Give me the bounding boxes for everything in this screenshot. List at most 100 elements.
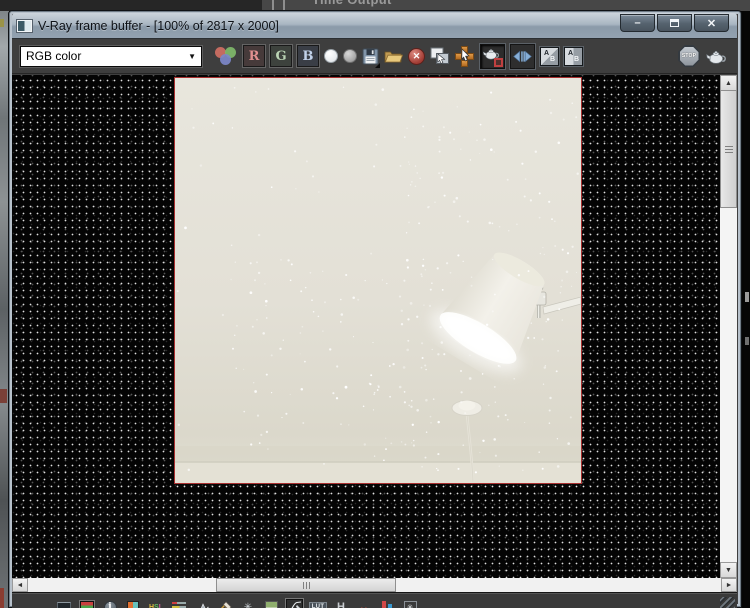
close-button[interactable]: ✕ bbox=[694, 14, 729, 32]
arrow-left-icon: ◄ bbox=[16, 581, 24, 589]
folder-open-icon bbox=[384, 51, 403, 63]
horizontal-scrollbar[interactable]: ◄ ► bbox=[12, 578, 737, 592]
title-bar[interactable]: V-Ray frame buffer - [100% of 2817 x 200… bbox=[12, 13, 737, 38]
clear-image-icon: ✕ bbox=[408, 47, 425, 65]
alpha-channel-button[interactable] bbox=[324, 44, 338, 68]
info-icon: i bbox=[103, 600, 117, 608]
pixel-info-button[interactable]: i bbox=[102, 599, 118, 608]
screenshot-root: Time Output V-Ray frame buffer - [100% o… bbox=[0, 0, 750, 608]
arrow-down-icon: ▼ bbox=[725, 566, 732, 574]
vertical-scroll-thumb[interactable] bbox=[720, 90, 737, 208]
stereo-channels-button[interactable] bbox=[379, 599, 395, 608]
hsl-button[interactable]: HSL bbox=[148, 599, 164, 608]
color-clamp-icon bbox=[127, 600, 139, 608]
channel-dropdown[interactable]: RGB color ▼ bbox=[20, 45, 202, 67]
background-image-icon bbox=[264, 601, 278, 608]
lut-icon: LUT bbox=[308, 602, 328, 608]
arrow-right-icon: ► bbox=[725, 581, 733, 589]
vray-frame-buffer-window: V-Ray frame buffer - [100% of 2817 x 200… bbox=[8, 10, 742, 608]
compare-horizontal-button[interactable] bbox=[510, 43, 535, 69]
levels-icon bbox=[172, 602, 186, 608]
histogram-h-button[interactable]: H bbox=[333, 599, 349, 608]
background-partial-label: Time Output bbox=[312, 0, 392, 7]
color-balance-button[interactable] bbox=[171, 599, 187, 608]
scroll-left-button[interactable]: ◄ bbox=[12, 578, 28, 592]
background-image-button[interactable] bbox=[263, 599, 279, 608]
white-balance-icon: ✳ bbox=[243, 601, 253, 608]
region-render-teapot-icon bbox=[482, 46, 503, 67]
rendered-image bbox=[175, 78, 581, 483]
arrow-up-icon: ▲ bbox=[725, 79, 732, 87]
render-canvas[interactable] bbox=[12, 75, 720, 578]
region-render-button[interactable] bbox=[480, 43, 505, 69]
ab-b-label: B bbox=[573, 55, 579, 63]
histogram-icon bbox=[200, 603, 209, 608]
rgb-channels-icon bbox=[214, 45, 238, 67]
stop-render-button[interactable]: STOP bbox=[678, 44, 700, 68]
background-detail bbox=[0, 19, 4, 27]
track-mouse-icon bbox=[455, 45, 475, 67]
save-image-button[interactable] bbox=[362, 44, 380, 68]
background-window-right-sliver bbox=[744, 11, 750, 608]
horizontal-scroll-thumb[interactable] bbox=[216, 578, 396, 592]
monochromatic-icon bbox=[343, 49, 357, 63]
background-detail bbox=[0, 389, 7, 403]
clear-image-button[interactable]: ✕ bbox=[408, 44, 425, 68]
maximize-icon bbox=[670, 19, 679, 27]
preview-monitor-icon bbox=[57, 601, 71, 608]
red-channel-button[interactable]: R bbox=[243, 45, 265, 67]
width-fit-button[interactable]: ↔ bbox=[356, 599, 372, 608]
window-controls: – ✕ bbox=[618, 14, 729, 32]
minimize-icon: – bbox=[634, 17, 641, 29]
background-detail bbox=[745, 337, 749, 345]
curve-editor-icon bbox=[291, 601, 301, 608]
color-corrections-toolbar: i HSL ✳ LUT H ↔ ✳ bbox=[12, 592, 737, 608]
close-icon: ✕ bbox=[706, 17, 717, 30]
window-resize-grip[interactable] bbox=[720, 597, 735, 608]
scroll-up-button[interactable]: ▲ bbox=[720, 75, 737, 91]
scroll-right-button[interactable]: ► bbox=[721, 578, 737, 592]
blue-channel-button[interactable]: B bbox=[297, 45, 319, 67]
duplicate-to-max-icon bbox=[430, 47, 449, 64]
curve-editor-button[interactable] bbox=[286, 598, 303, 608]
track-mouse-button[interactable] bbox=[455, 44, 475, 68]
levels-histogram-button[interactable] bbox=[194, 599, 210, 608]
render-last-button[interactable] bbox=[705, 44, 727, 68]
icc-star-icon: ✳ bbox=[403, 600, 417, 608]
load-image-button[interactable] bbox=[384, 44, 403, 68]
scroll-down-button[interactable]: ▼ bbox=[720, 562, 737, 578]
vfb-window-icon bbox=[17, 19, 32, 32]
ab-a-label: A bbox=[544, 49, 550, 57]
background-detail bbox=[0, 588, 4, 608]
rgb-corrections-button[interactable] bbox=[79, 599, 95, 608]
exposure-button[interactable] bbox=[217, 599, 233, 608]
vertical-scrollbar[interactable]: ▲ ▼ bbox=[720, 75, 737, 578]
ab-compare-vertical-button[interactable]: A B bbox=[564, 46, 583, 66]
background-detail bbox=[745, 292, 749, 302]
curves-pencil-icon bbox=[220, 601, 232, 608]
window-title: V-Ray frame buffer - [100% of 2817 x 200… bbox=[38, 18, 279, 33]
monochromatic-button[interactable] bbox=[343, 44, 357, 68]
save-dropdown-arrow-icon bbox=[375, 63, 380, 68]
icc-profile-button[interactable]: ✳ bbox=[402, 599, 418, 608]
lut-button[interactable]: LUT bbox=[308, 599, 328, 608]
preview-monitor-button[interactable] bbox=[56, 599, 72, 608]
green-channel-button[interactable]: G bbox=[270, 45, 292, 67]
rgb-channels-button[interactable] bbox=[214, 44, 238, 68]
alpha-channel-icon bbox=[324, 49, 338, 63]
maximize-button[interactable] bbox=[657, 14, 692, 32]
render-last-teapot-icon bbox=[706, 50, 726, 64]
ab-b-label: B bbox=[549, 55, 555, 63]
rgb-corrections-icon bbox=[80, 601, 94, 608]
histogram-h-icon: H bbox=[337, 601, 345, 608]
white-balance-button[interactable]: ✳ bbox=[240, 599, 256, 608]
width-arrows-icon: ↔ bbox=[358, 601, 370, 608]
save-image-icon bbox=[362, 48, 379, 64]
rendered-image-region[interactable] bbox=[174, 77, 582, 484]
ab-compare-horizontal-button[interactable]: A B bbox=[540, 46, 559, 66]
minimize-button[interactable]: – bbox=[620, 14, 655, 32]
vfb-toolbar: RGB color ▼ R G B ✕ A B A B STOP bbox=[12, 38, 737, 74]
color-clamp-button[interactable] bbox=[125, 599, 141, 608]
chevron-down-icon: ▼ bbox=[188, 51, 196, 61]
duplicate-to-max-button[interactable] bbox=[430, 44, 450, 68]
